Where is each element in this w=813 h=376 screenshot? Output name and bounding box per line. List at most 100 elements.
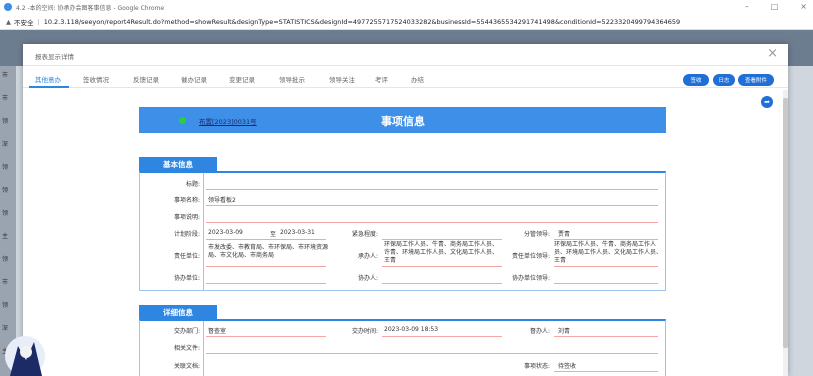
- field-underline: [382, 266, 502, 267]
- window-controls: – □ ×: [745, 2, 807, 11]
- value-status: 待签收: [558, 363, 577, 370]
- background-sidebar-item: 市: [2, 72, 9, 79]
- log-button[interactable]: 日志: [713, 74, 735, 86]
- tab-other[interactable]: 其他意办: [35, 74, 61, 84]
- label-plan-stage: 计划阶段:: [173, 231, 200, 238]
- label-supervisor: 督办人:: [529, 328, 550, 335]
- value-leader: 贾青: [558, 231, 571, 238]
- value-resp-unit: 市发改委、市教育局、市环保局、市环境资源局、市文化局、市商务局: [208, 244, 329, 259]
- field-underline: [206, 189, 658, 190]
- background-sidebar-item: 领: [2, 187, 9, 194]
- column-divider: [203, 173, 204, 291]
- value-time: 2023-03-09 18:53: [384, 326, 439, 333]
- security-label: 不安全: [14, 18, 34, 27]
- label-resp-unit: 责任单位:: [173, 253, 200, 260]
- mascot-avatar: [5, 336, 45, 376]
- label-assistant: 协办人:: [357, 275, 378, 282]
- maximize-icon[interactable]: □: [771, 2, 779, 11]
- background-sidebar-item: 主: [2, 233, 9, 240]
- label-dept: 交办部门:: [173, 328, 200, 335]
- field-underline: [554, 239, 658, 240]
- window-title: 4.2 -本的空间: 协承办会图客事信息 - Google Chrome: [16, 4, 165, 12]
- sign-button[interactable]: 签收: [683, 74, 709, 86]
- field-underline: [382, 283, 502, 284]
- label-assist-unit: 协办单位:: [173, 275, 200, 282]
- doc-number-link[interactable]: 布置[2023]0031号: [199, 116, 257, 126]
- field-underline: [206, 222, 658, 223]
- label-related-docs: 相关文件:: [173, 345, 200, 352]
- scrollbar-thumb[interactable]: [783, 98, 788, 348]
- detail-info-heading: 详细信息: [139, 305, 217, 319]
- field-underline: [206, 283, 326, 284]
- field-underline: [206, 239, 326, 240]
- field-underline: [554, 283, 658, 284]
- field-underline: [382, 239, 502, 240]
- field-underline: [206, 336, 326, 337]
- field-underline: [554, 336, 658, 337]
- background-sidebar-item: 领: [2, 256, 9, 263]
- chrome-favicon-icon: [4, 3, 12, 11]
- close-window-icon[interactable]: ×: [800, 2, 807, 11]
- field-underline: [554, 266, 658, 267]
- background-sidebar-item: 领: [2, 118, 9, 125]
- tab-leader-attention[interactable]: 领导关注: [329, 74, 355, 84]
- field-underline: [554, 371, 658, 372]
- modal-title: 报表显示详情: [35, 53, 74, 61]
- tab-evaluation[interactable]: 考评: [375, 74, 388, 84]
- label-undertaker: 承办人:: [357, 253, 378, 260]
- address-bar[interactable]: ▲ 不安全 | 10.2.3.118/seeyon/report4Result.…: [0, 14, 813, 30]
- view-attachments-button[interactable]: 查看附件: [738, 74, 774, 86]
- background-sidebar-item: 市: [2, 95, 9, 102]
- tab-sign-status[interactable]: 签收情况: [83, 74, 109, 84]
- minimize-icon[interactable]: –: [745, 2, 749, 11]
- browser-title-bar: 4.2 -本的空间: 协承办会图客事信息 - Google Chrome – □…: [0, 0, 813, 14]
- field-underline: [382, 336, 502, 337]
- close-icon[interactable]: ×: [767, 47, 778, 61]
- share-icon[interactable]: ➦: [761, 96, 773, 108]
- label-item-desc: 事项说明:: [173, 214, 200, 221]
- label-urgency: 紧急程度:: [351, 231, 378, 238]
- background-sidebar-item: 领: [2, 210, 9, 217]
- modal-scrollbar[interactable]: [783, 90, 788, 376]
- value-undertaker: 环保局工作人员、牛青、商务局工作人员、许青、环境局工作人员、文化局工作人员、王青: [384, 241, 499, 264]
- report-detail-modal: 报表显示详情 × 其他意办 签收情况 反馈记录 催办记录 变更记录 领导批示 领…: [23, 44, 788, 376]
- tab-urge[interactable]: 催办记录: [181, 74, 207, 84]
- modal-header: 报表显示详情 ×: [23, 44, 788, 66]
- basic-info-box: 标题: 事项名称: 领导看板2 事项说明: 计划阶段: 2023-03-09 至…: [139, 171, 666, 291]
- url-text[interactable]: 10.2.3.118/seeyon/report4Result.do?metho…: [44, 18, 680, 26]
- label-to: 至: [270, 231, 277, 238]
- column-divider: [203, 321, 204, 376]
- basic-info-heading: 基本信息: [139, 157, 217, 171]
- tab-leader-instruction[interactable]: 领导批示: [279, 74, 305, 84]
- background-sidebar-item: 领: [2, 164, 9, 171]
- value-resp-unit-leader: 环保局工作人员、牛青、商务局工作人员、环境局工作人员、文化局工作人员、王青: [554, 241, 663, 264]
- field-underline: [206, 205, 658, 206]
- value-supervisor: 刘青: [558, 328, 571, 335]
- warning-icon: ▲: [6, 17, 11, 26]
- tab-complete[interactable]: 办结: [411, 74, 424, 84]
- status-dot-icon: [179, 117, 186, 124]
- label-assist-unit-leader: 协办单位领导:: [511, 275, 550, 282]
- active-tab-indicator: [29, 86, 69, 88]
- background-sidebar-item: 领: [2, 302, 9, 309]
- field-underline: [206, 266, 326, 267]
- tab-bar: 其他意办 签收情况 反馈记录 催办记录 变更记录 领导批示 领导关注 考评 办结: [23, 68, 788, 88]
- item-banner: 布置[2023]0031号 事项信息: [139, 107, 666, 133]
- detail-info-box: 交办部门: 督查室 交办时间: 2023-03-09 18:53 督办人: 刘青…: [139, 319, 666, 376]
- page-title: 事项信息: [381, 115, 425, 128]
- label-item-name: 事项名称:: [173, 197, 200, 204]
- value-item-name: 领导看板2: [208, 197, 236, 204]
- value-plan-start: 2023-03-09: [208, 229, 243, 236]
- background-sidebar-item: 市: [2, 279, 9, 286]
- tab-change[interactable]: 变更记录: [229, 74, 255, 84]
- background-sidebar-item: 深: [2, 141, 9, 148]
- value-plan-end: 2023-03-31: [280, 229, 315, 236]
- label-time: 交办时间:: [351, 328, 378, 335]
- label-resp-unit-leader: 责任单位领导:: [511, 253, 550, 260]
- label-status: 事项状态:: [523, 363, 550, 370]
- label-linked-docs: 关联文档:: [173, 363, 200, 370]
- label-title: 标题:: [185, 181, 200, 188]
- value-dept: 督查室: [208, 328, 227, 335]
- tab-feedback[interactable]: 反馈记录: [133, 74, 159, 84]
- address-separator: |: [37, 17, 40, 26]
